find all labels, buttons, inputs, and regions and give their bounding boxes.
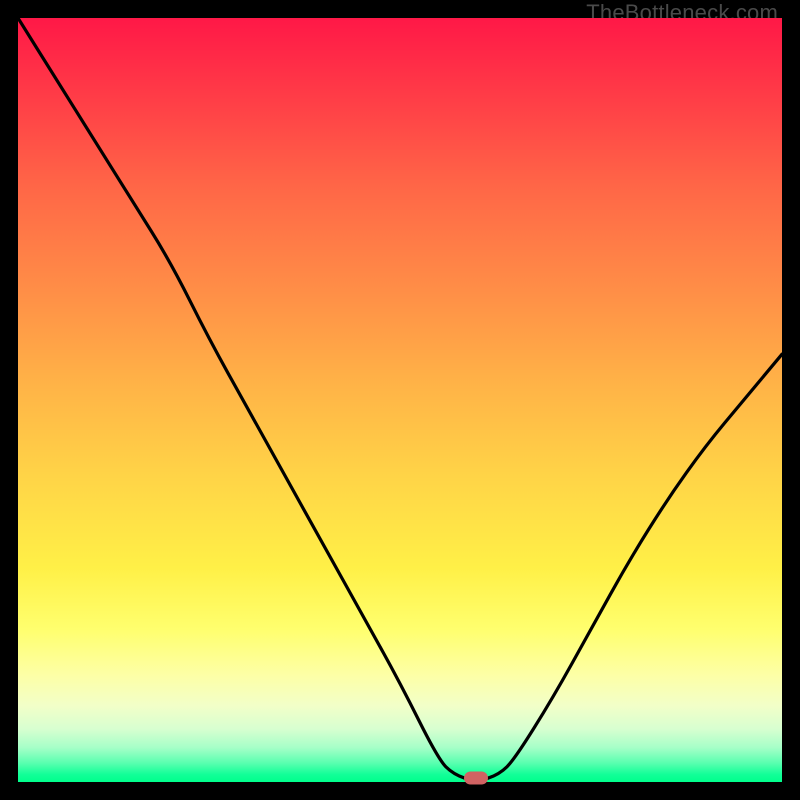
minimum-marker-icon: [464, 772, 488, 785]
chart-frame: TheBottleneck.com: [0, 0, 800, 800]
bottleneck-curve: [18, 18, 782, 782]
plot-area: [18, 18, 782, 782]
